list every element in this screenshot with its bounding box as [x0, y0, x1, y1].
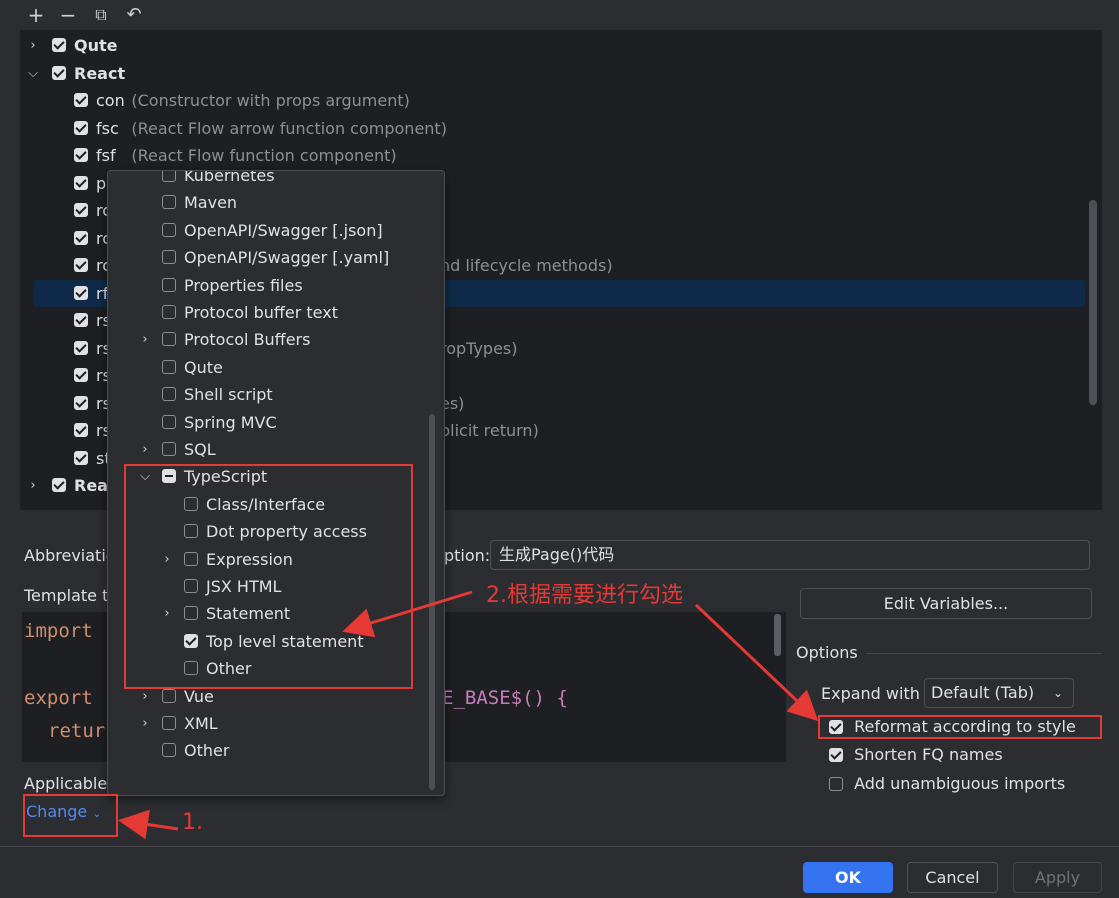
- arrow-step2-left: [342, 590, 473, 638]
- arrow-step2-right: [694, 603, 819, 722]
- arrow-step1: [118, 809, 179, 840]
- annotation-arrows: [118, 590, 819, 840]
